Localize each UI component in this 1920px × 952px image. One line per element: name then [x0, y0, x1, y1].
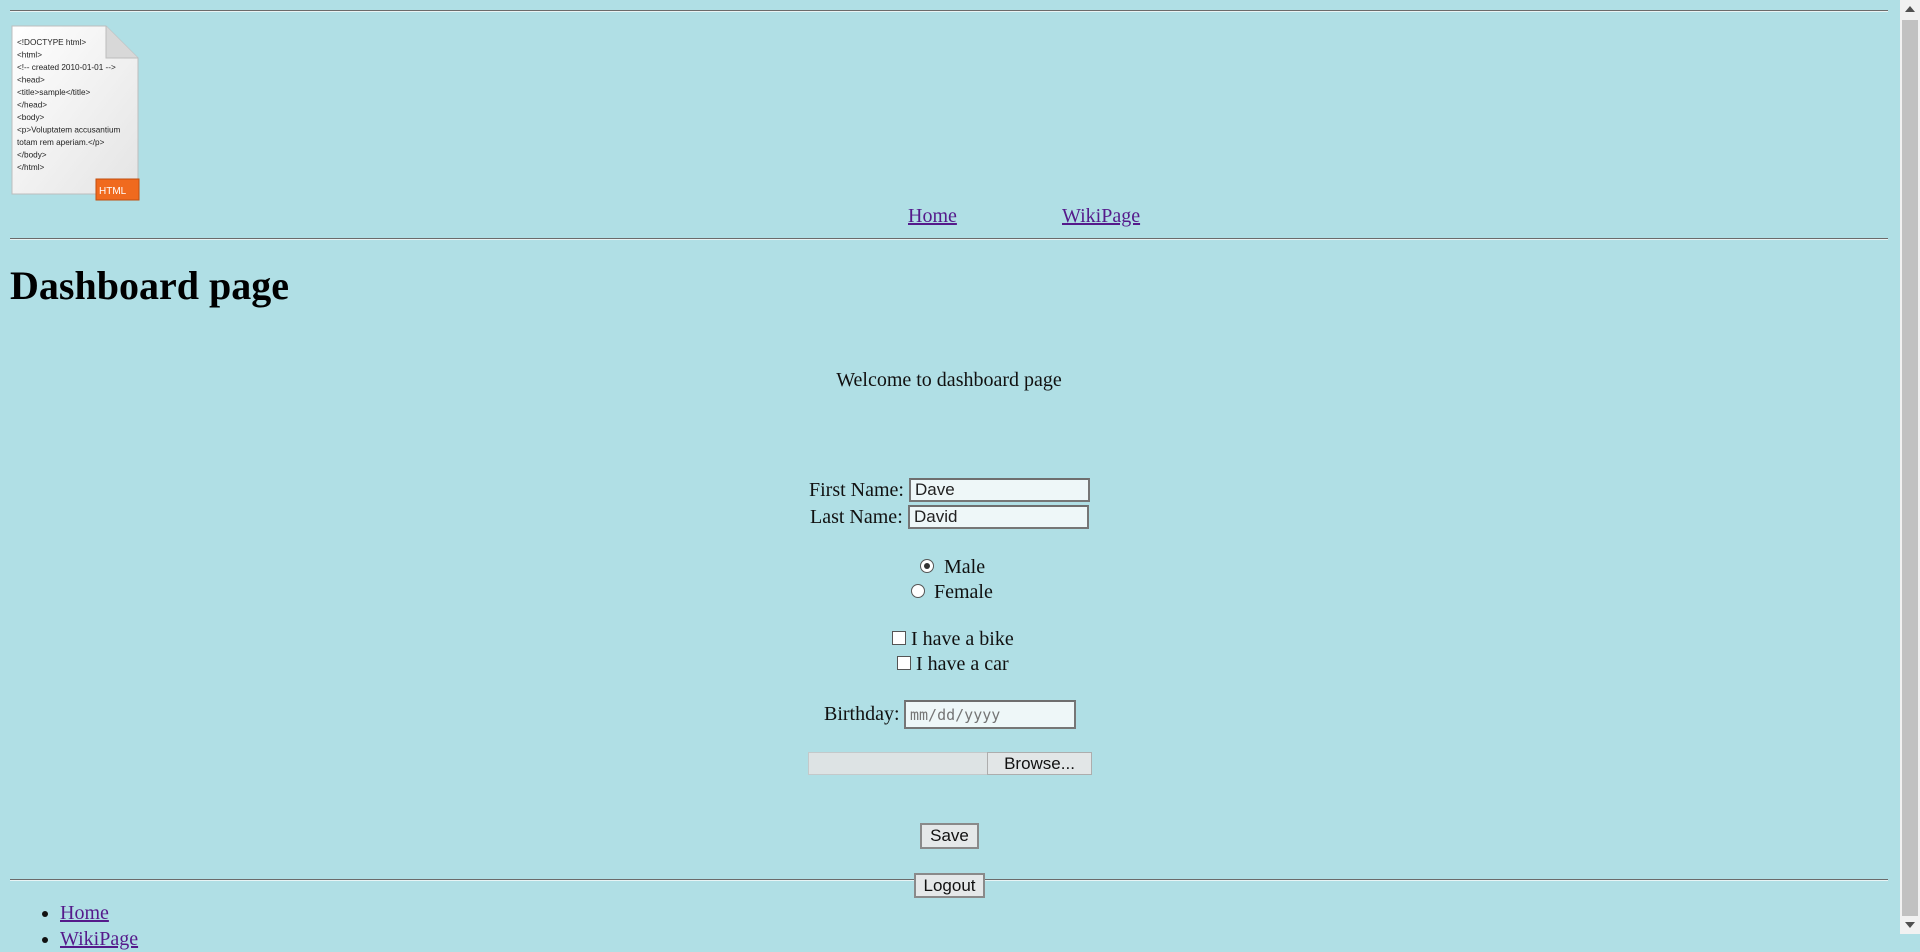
nav-wiki-link[interactable]: WikiPage [1062, 205, 1140, 228]
footer-wiki-link[interactable]: WikiPage [60, 928, 138, 950]
first-name-label: First Name: [809, 479, 904, 501]
vehicle-bike-label: I have a bike [911, 628, 1014, 650]
gender-male-label: Male [944, 556, 986, 578]
logo-line: <!-- created 2010-01-01 --> [17, 63, 116, 72]
gender-male-radio[interactable] [920, 559, 934, 573]
browse-button[interactable]: Browse... [987, 752, 1092, 775]
logo-line: </body> [17, 151, 47, 160]
logo-badge-text: HTML [99, 186, 127, 197]
nav-home-link[interactable]: Home [908, 205, 957, 228]
footer-home-link[interactable]: Home [60, 902, 109, 924]
logo-line: <p>Voluptatem accusantium [17, 126, 120, 135]
gender-female-label: Female [934, 581, 993, 603]
scroll-thumb[interactable] [1902, 20, 1918, 916]
logo-line: <head> [17, 76, 45, 85]
footer-link-list: Home WikiPage [38, 900, 138, 952]
last-name-input[interactable] [908, 505, 1089, 529]
nav-divider [10, 238, 1888, 240]
scroll-down-icon[interactable] [1905, 922, 1915, 928]
logo-line: <title>sample</title> [17, 88, 90, 97]
list-item: Home [60, 900, 138, 926]
html-file-logo: <!DOCTYPE html> <html> <!-- created 2010… [11, 25, 140, 201]
logo-line: </html> [17, 163, 45, 172]
top-divider [10, 10, 1888, 12]
page-title: Dashboard page [10, 263, 289, 308]
list-item: WikiPage [60, 926, 138, 952]
last-name-label: Last Name: [810, 506, 903, 528]
save-button[interactable]: Save [920, 823, 979, 849]
vehicle-bike-checkbox[interactable] [892, 631, 906, 645]
logout-button[interactable]: Logout [914, 873, 985, 898]
scroll-up-icon[interactable] [1905, 6, 1915, 12]
vehicle-car-checkbox[interactable] [897, 656, 911, 670]
birthday-label: Birthday: [824, 703, 900, 725]
first-name-input[interactable] [909, 478, 1090, 502]
logo-line: <html> [17, 51, 42, 60]
logo-line: <!DOCTYPE html> [17, 38, 86, 47]
logo-line: </head> [17, 101, 47, 110]
logo-line: <body> [17, 113, 45, 122]
birthday-input[interactable] [904, 700, 1076, 729]
welcome-text: Welcome to dashboard page [836, 369, 1062, 391]
logo-line: totam rem aperiam.</p> [17, 138, 105, 147]
file-path-field[interactable] [808, 752, 988, 775]
gender-female-radio[interactable] [911, 584, 925, 598]
vertical-scrollbar[interactable] [1900, 0, 1920, 934]
vehicle-car-label: I have a car [916, 653, 1009, 675]
